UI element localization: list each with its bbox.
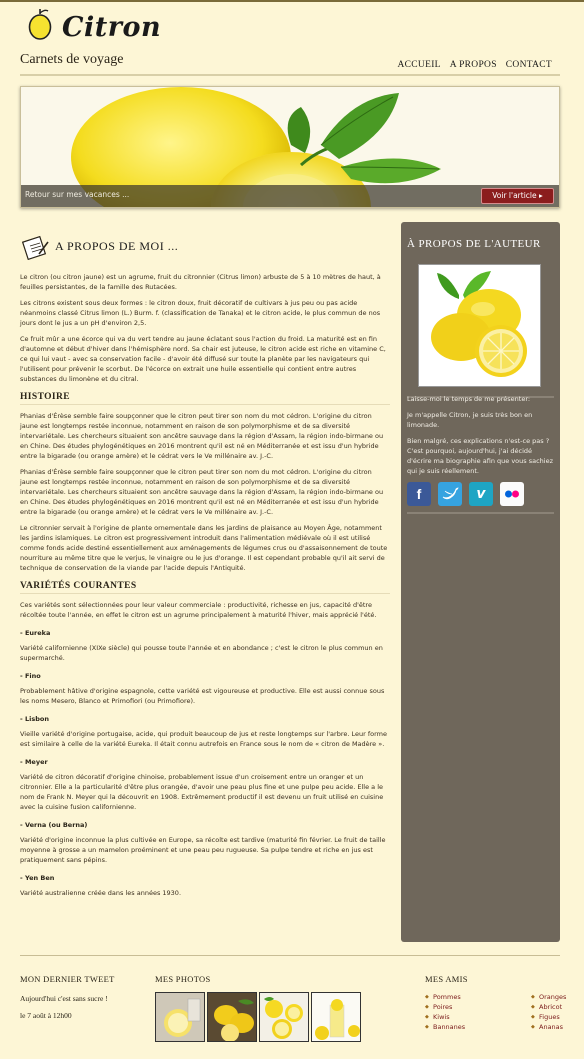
lemons-photo-image xyxy=(419,265,540,386)
sidebar-title: À PROPOS DE L'AUTEUR xyxy=(407,238,541,250)
history-heading: HISTOIRE xyxy=(20,392,390,405)
sidebar-divider xyxy=(407,512,554,514)
lemon-logo-icon xyxy=(28,9,52,40)
nav-accueil[interactable]: ACCUEIL xyxy=(398,60,441,70)
friend-link[interactable]: Kiwis xyxy=(425,1012,531,1022)
page-title: A PROPOS DE MOI ... xyxy=(55,239,179,253)
friends-list: Pommes Poires Kiwis Bannanes Oranges Abr… xyxy=(425,992,584,1032)
variety-description: Variété de citron décoratif d'origine ch… xyxy=(20,773,384,811)
nav-a-propos[interactable]: A PROPOS xyxy=(450,60,497,70)
variety-name: - Yen Ben xyxy=(20,874,55,882)
friend-link[interactable]: Bannanes xyxy=(425,1022,531,1032)
footer-divider xyxy=(20,955,560,956)
photo-thumbnail[interactable] xyxy=(155,992,205,1042)
photos-heading: MES PHOTOS xyxy=(155,974,211,984)
hero-slider[interactable]: Retour sur mes vacances ... Voir l'artic… xyxy=(20,86,560,208)
main-content: A PROPOS DE MOI ... Le citron (ou citron… xyxy=(20,232,390,898)
nav-contact[interactable]: CONTACT xyxy=(506,60,552,70)
history-paragraph: Le citronnier servait à l'origine de pla… xyxy=(20,524,388,572)
site-tagline: Carnets de voyage xyxy=(20,52,124,67)
tweet-heading: MON DERNIER TWEET xyxy=(20,974,115,984)
friends-widget: MES AMIS Pommes Poires Kiwis Bannanes Or… xyxy=(425,974,584,1032)
header-divider xyxy=(20,74,560,76)
photo-thumbnail[interactable] xyxy=(207,992,257,1042)
author-photo xyxy=(418,264,541,387)
friends-column: Pommes Poires Kiwis Bannanes xyxy=(425,992,531,1032)
facebook-icon[interactable]: f xyxy=(407,482,431,506)
friend-link[interactable]: Abricot xyxy=(531,1002,584,1012)
friends-column: Oranges Abricot Figues Ananas xyxy=(531,992,584,1032)
intro-paragraph: Le citron (ou citron jaune) est un agrum… xyxy=(20,273,381,291)
friend-link[interactable]: Poires xyxy=(425,1002,531,1012)
sidebar-text: Je m'appelle Citron, je suis très bon en… xyxy=(407,411,533,429)
variety-name: - Verna (ou Berna) xyxy=(20,821,88,829)
friend-link[interactable]: Figues xyxy=(531,1012,584,1022)
top-border xyxy=(0,0,584,2)
history-paragraph: Phanias d'Érèse semble faire soupçonner … xyxy=(20,468,384,516)
variety-name: - Meyer xyxy=(20,758,48,766)
vimeo-icon[interactable]: v xyxy=(469,482,493,506)
photo-thumbnail[interactable] xyxy=(259,992,309,1042)
variety-description: Vieille variété d'origine portugaise, ac… xyxy=(20,730,387,748)
variety-name: - Eureka xyxy=(20,629,51,637)
friends-heading: MES AMIS xyxy=(425,974,468,984)
sidebar-text: Bien malgré, ces explications n'est-ce p… xyxy=(407,437,553,475)
history-paragraph: Phanias d'Érèse semble faire soupçonner … xyxy=(20,412,384,460)
twitter-icon[interactable] xyxy=(438,482,462,506)
intro-paragraph: Ce fruit mûr a une écorce qui va du vert… xyxy=(20,335,386,383)
variety-name: - Fino xyxy=(20,672,41,680)
hero-caption-bar: Retour sur mes vacances ... Voir l'artic… xyxy=(21,185,559,207)
social-links: f v xyxy=(407,482,524,506)
hero-caption: Retour sur mes vacances ... xyxy=(25,190,130,199)
variety-description: Variété d'origine inconnue la plus culti… xyxy=(20,836,386,864)
flickr-icon[interactable] xyxy=(500,482,524,506)
varieties-heading: VARIÉTÉS COURANTES xyxy=(20,581,390,594)
view-article-button[interactable]: Voir l'article ▸ xyxy=(481,188,554,204)
intro-paragraph: Les citrons existent sous deux formes : … xyxy=(20,299,381,327)
variety-name: - Lisbon xyxy=(20,715,49,723)
varieties-intro: Ces variétés sont sélectionnées pour leu… xyxy=(20,601,377,619)
sidebar-intro: Laisse-moi le temps de me présenter: xyxy=(407,395,531,403)
friend-link[interactable]: Oranges xyxy=(531,992,584,1002)
about-header: A PROPOS DE MOI ... xyxy=(20,232,390,262)
logo[interactable]: Citron xyxy=(22,6,162,46)
author-sidebar: À PROPOS DE L'AUTEUR Laisse-moi le temps… xyxy=(401,222,560,942)
logo-text: Citron xyxy=(62,12,162,43)
photo-thumbnail[interactable] xyxy=(311,992,361,1042)
tweet-date: le 7 août à 12h00 xyxy=(20,1011,72,1020)
variety-description: Variété australienne créée dans les anné… xyxy=(20,889,182,897)
friend-link[interactable]: Ananas xyxy=(531,1022,584,1032)
tweet-widget: MON DERNIER TWEET Aujourd'hui c'est sans… xyxy=(20,974,145,1020)
main-nav: ACCUEIL A PROPOS CONTACT xyxy=(398,60,553,70)
variety-description: Variété californienne (XIXe siècle) qui … xyxy=(20,644,383,662)
friend-link[interactable]: Pommes xyxy=(425,992,531,1002)
notepad-icon xyxy=(22,235,49,260)
variety-description: Probablement hâtive d'origine espagnole,… xyxy=(20,687,385,705)
tweet-text: Aujourd'hui c'est sans sucre ! xyxy=(20,994,108,1003)
photos-widget: MES PHOTOS xyxy=(155,974,361,1042)
photo-gallery xyxy=(155,992,361,1042)
